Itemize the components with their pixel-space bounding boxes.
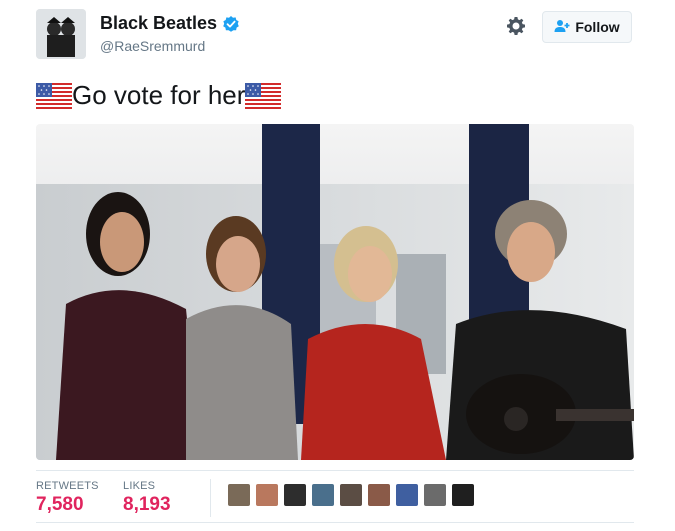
liker-avatar[interactable] <box>424 484 446 506</box>
stats-separator <box>210 479 211 517</box>
gear-icon[interactable] <box>506 16 526 36</box>
us-flag-icon <box>36 82 72 109</box>
follow-button[interactable]: Follow <box>542 11 632 43</box>
stats-divider-bottom <box>36 522 634 523</box>
liker-avatar[interactable] <box>256 484 278 506</box>
profile-avatar[interactable] <box>36 9 86 59</box>
verified-badge-icon <box>222 15 240 33</box>
retweets-count[interactable]: 7,580 <box>36 494 84 516</box>
liker-avatar[interactable] <box>312 484 334 506</box>
liker-avatar[interactable] <box>368 484 390 506</box>
liker-avatar[interactable] <box>284 484 306 506</box>
tweet-body: Go vote for her <box>72 80 246 110</box>
liker-avatar[interactable] <box>452 484 474 506</box>
display-name[interactable]: Black Beatles <box>100 13 217 34</box>
likes-count[interactable]: 8,193 <box>123 494 171 516</box>
user-handle[interactable]: @RaeSremmurd <box>100 38 205 54</box>
add-user-icon <box>554 19 570 36</box>
liker-avatars <box>228 484 474 506</box>
retweets-label[interactable]: RETWEETS <box>36 480 99 492</box>
liker-avatar[interactable] <box>396 484 418 506</box>
stats-divider-top <box>36 470 634 471</box>
follow-label: Follow <box>575 19 620 35</box>
liker-avatar[interactable] <box>228 484 250 506</box>
author-name-row[interactable]: Black Beatles <box>100 13 240 34</box>
us-flag-icon <box>245 82 282 109</box>
tweet-text: Go vote for her <box>36 80 282 111</box>
likes-label[interactable]: LIKES <box>123 480 155 492</box>
liker-avatar[interactable] <box>340 484 362 506</box>
video-player[interactable] <box>36 124 634 460</box>
